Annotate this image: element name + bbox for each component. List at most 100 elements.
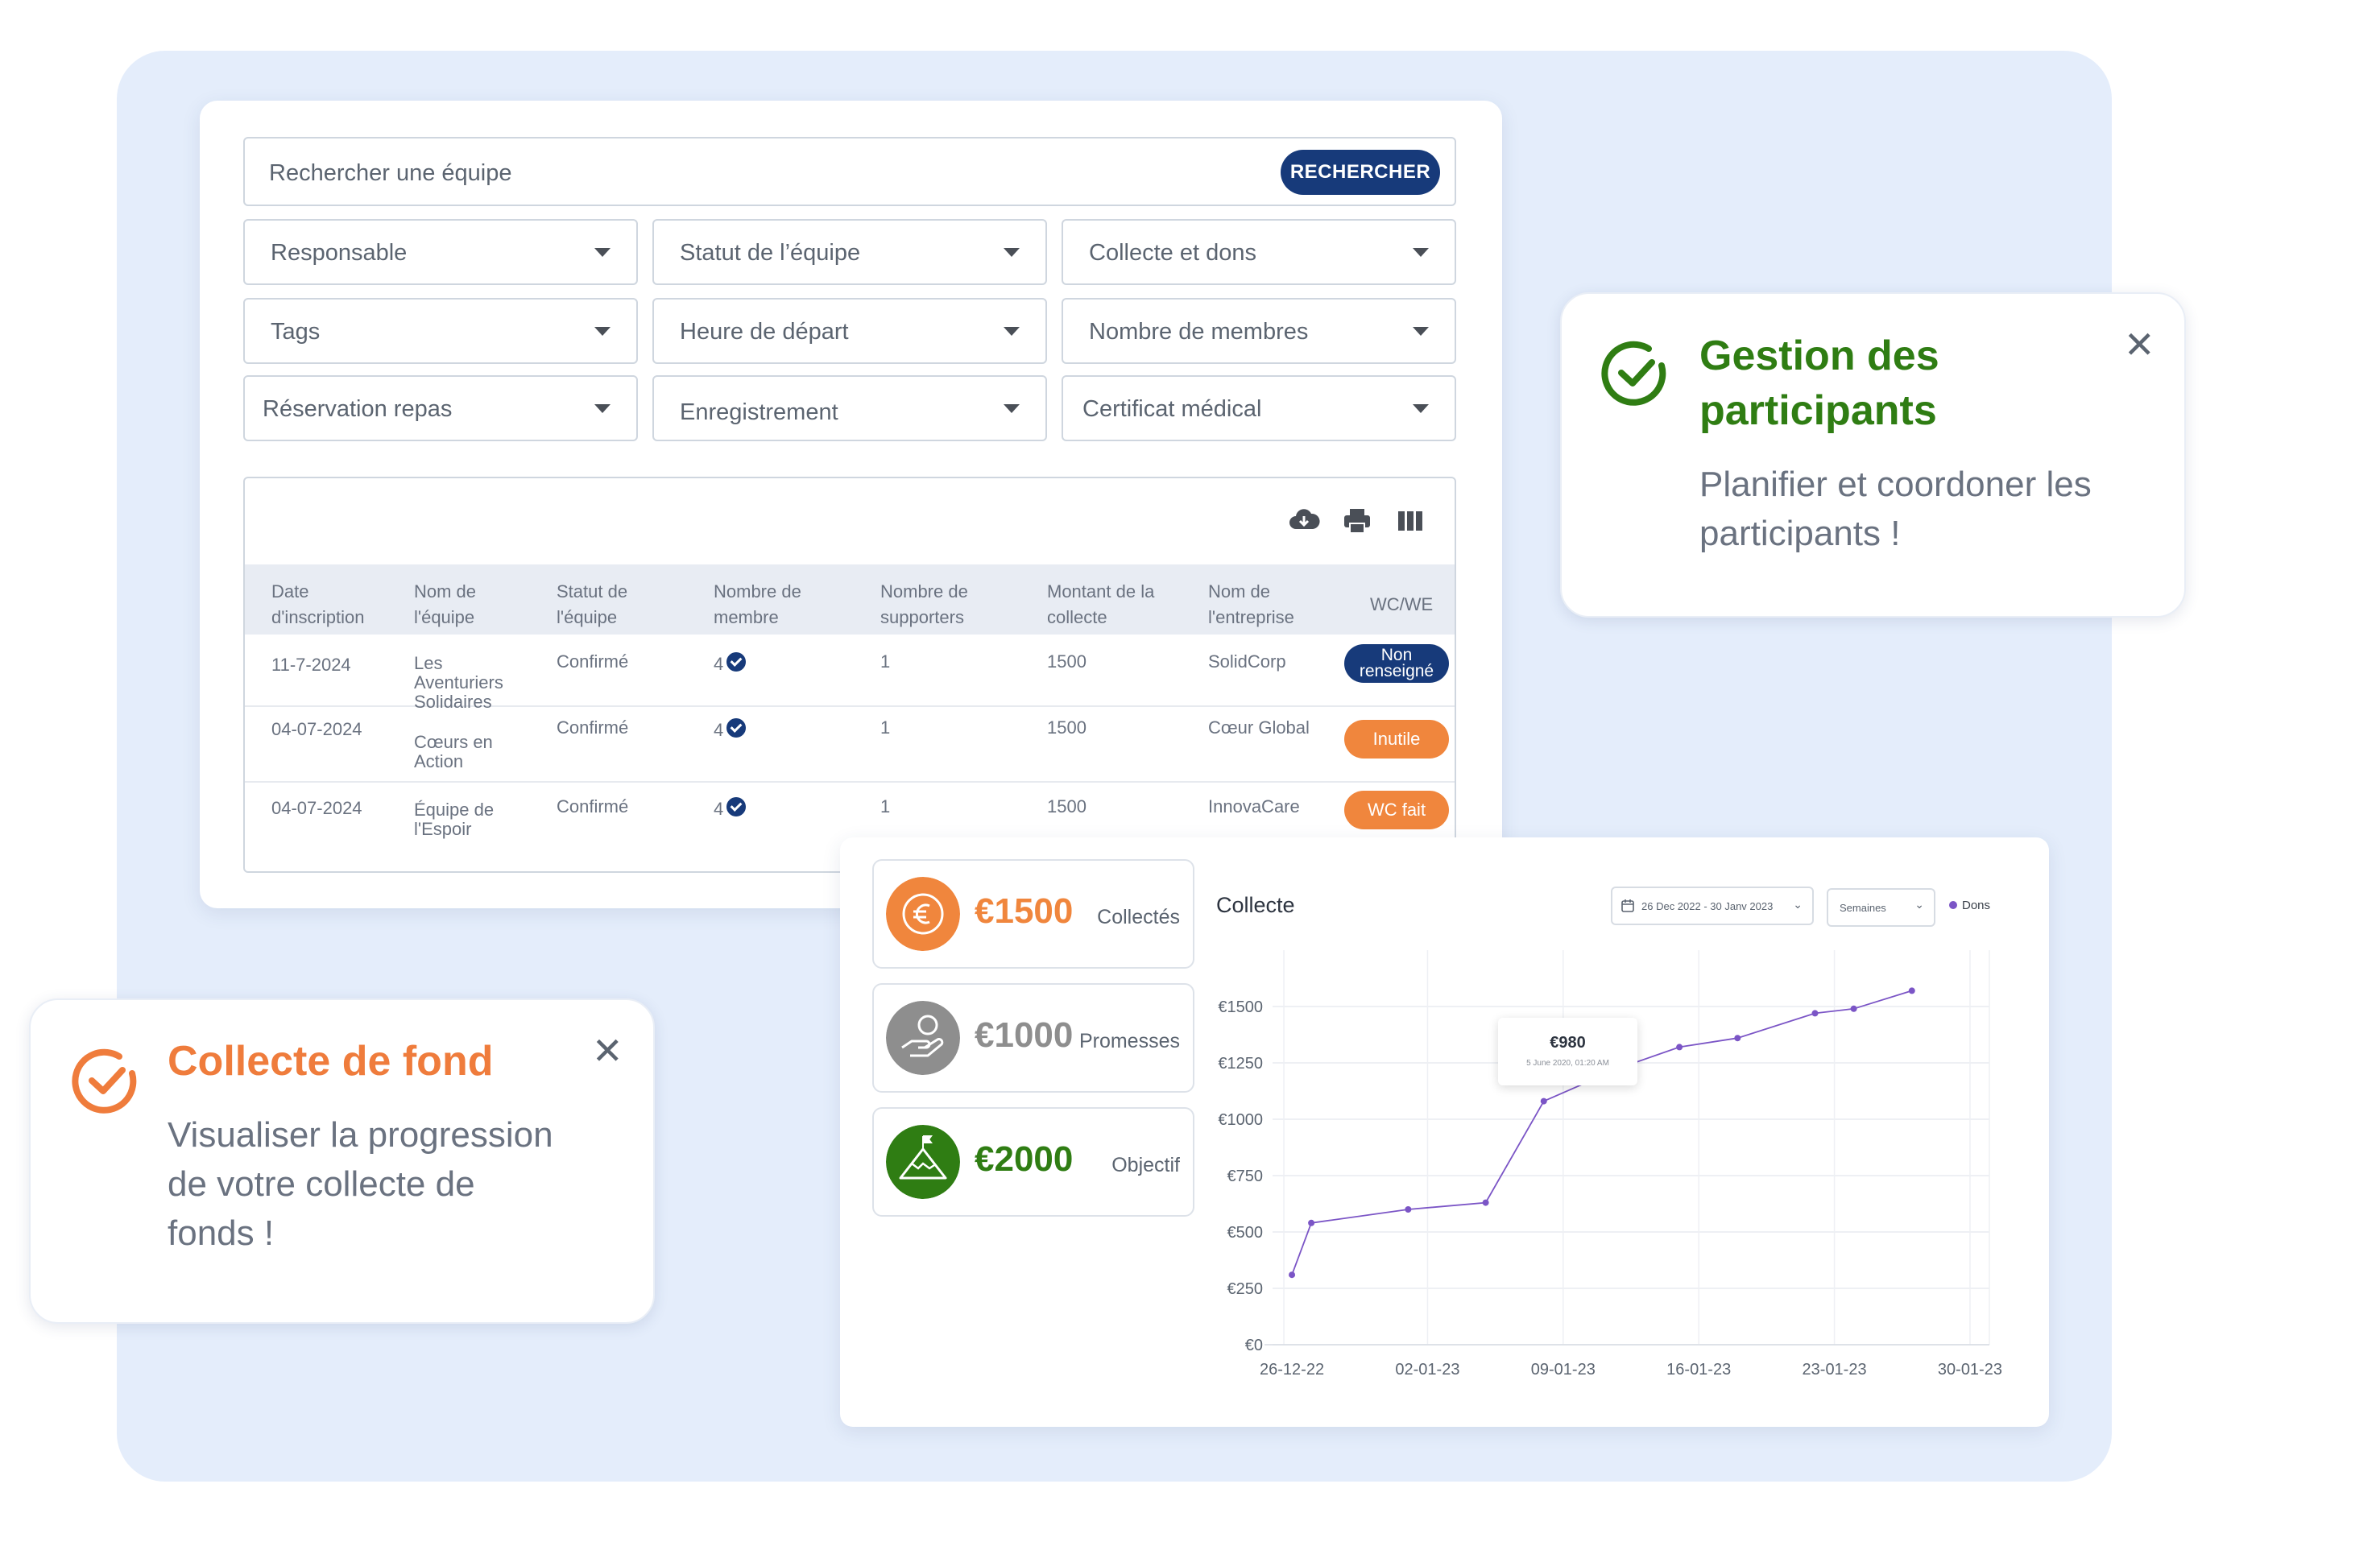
col-montant[interactable]: Montant de la collecte <box>1047 579 1154 630</box>
col-wcwe[interactable]: WC/WE <box>1370 592 1433 618</box>
chart-title: Collecte <box>1216 893 1295 917</box>
filter-label: Certificat médical <box>1082 396 1262 422</box>
filter-label: Heure de départ <box>680 319 849 345</box>
data-point <box>1676 1044 1683 1051</box>
cell-entreprise: Cœur Global <box>1208 717 1310 738</box>
stat-label: Objectif <box>1111 1154 1180 1176</box>
status-badge[interactable]: Inutile <box>1344 720 1449 759</box>
data-point <box>1908 987 1915 994</box>
y-tick-label: €250 <box>1227 1280 1264 1298</box>
legend-dot <box>1949 901 1957 909</box>
hand-coin-icon <box>886 1001 960 1075</box>
status-badge[interactable]: WC fait <box>1344 791 1449 829</box>
cell-date: 04-07-2024 <box>271 798 362 818</box>
search-bar: RECHERCHER <box>243 137 1456 206</box>
stat-amount: €1500 <box>975 891 1074 931</box>
cloud-download-icon[interactable] <box>1288 505 1320 537</box>
check-circle-icon <box>72 1048 137 1114</box>
legend-label: Dons <box>1962 899 1991 912</box>
caret-down-icon <box>1004 248 1020 257</box>
x-tick-label: 02-01-23 <box>1395 1361 1459 1379</box>
cell-montant: 1500 <box>1047 717 1087 738</box>
cell-supporters: 1 <box>880 651 891 672</box>
cell-supporters: 1 <box>880 717 891 738</box>
col-nom-equipe[interactable]: Nom de l'équipe <box>414 579 476 630</box>
stat-label: Collectés <box>1097 906 1180 928</box>
y-tick-label: €1250 <box>1218 1055 1263 1073</box>
popup-title: Collecte de fond <box>168 1038 494 1085</box>
search-input[interactable] <box>267 155 1237 192</box>
stat-collectes: €1500 Collectés <box>872 859 1194 969</box>
data-point <box>1405 1206 1412 1213</box>
x-tick-label: 23-01-23 <box>1803 1361 1867 1379</box>
y-tick-label: €1000 <box>1218 1111 1263 1129</box>
period-label: Semaines <box>1840 902 1886 914</box>
cell-nom-equipe: Cœurs en Action <box>414 732 493 771</box>
col-supporters[interactable]: Nombre de supporters <box>880 579 968 630</box>
data-point <box>1308 1219 1315 1226</box>
filter-nombre-membres[interactable]: Nombre de membres <box>1062 298 1456 364</box>
data-point <box>1540 1097 1547 1105</box>
columns-icon[interactable] <box>1394 505 1426 537</box>
filter-label: Responsable <box>271 240 408 266</box>
caret-down-icon <box>594 404 611 413</box>
cell-membres: 4 <box>714 718 747 740</box>
filter-tags[interactable]: Tags <box>243 298 638 364</box>
filter-heure-depart[interactable]: Heure de départ <box>652 298 1047 364</box>
filter-enregistrement[interactable]: Enregistrement <box>652 375 1047 441</box>
euro-coin-icon <box>886 877 960 951</box>
popup-description: Planifier et coordoner les participants ! <box>1699 465 2092 553</box>
cell-statut: Confirmé <box>557 796 629 816</box>
stat-amount: €2000 <box>975 1139 1074 1179</box>
data-point <box>1289 1271 1296 1279</box>
popup-participants: Gestion des participants Planifier et coo… <box>1560 292 2186 618</box>
cell-membres: 4 <box>714 652 747 674</box>
verified-check-icon <box>726 718 747 738</box>
print-icon[interactable] <box>1341 505 1373 537</box>
table-row[interactable]: 11-7-2024 Les Aventuriers Solidaires Confi… <box>245 635 1455 712</box>
table-row[interactable]: 04-07-2024 Cœurs en Action Confirmé 4 1 1… <box>245 707 1455 783</box>
filter-label: Statut de l’équipe <box>680 240 861 266</box>
caret-down-icon <box>1413 327 1429 336</box>
search-button[interactable]: RECHERCHER <box>1281 150 1440 195</box>
col-membres[interactable]: Nombre de membre <box>714 579 801 630</box>
mountain-flag-icon <box>886 1125 960 1199</box>
filter-label: Collecte et dons <box>1089 240 1256 266</box>
filter-label: Nombre de membres <box>1089 319 1309 345</box>
close-icon[interactable]: ✕ <box>592 1032 623 1069</box>
verified-check-icon <box>726 797 747 816</box>
legend: Dons <box>1949 899 1990 912</box>
cell-entreprise: SolidCorp <box>1208 651 1286 672</box>
y-tick-label: €0 <box>1245 1337 1263 1354</box>
col-entreprise[interactable]: Nom de l'entreprise <box>1208 579 1294 630</box>
caret-down-icon <box>1004 404 1020 413</box>
date-range-select[interactable]: 26 Dec 2022 - 30 Janv 2023 ⌄ <box>1611 887 1814 925</box>
filter-reservation-repas[interactable]: Réservation repas <box>243 375 638 441</box>
cell-nom-equipe: Équipe de l'Espoir <box>414 800 495 839</box>
data-point <box>1734 1035 1741 1042</box>
calendar-icon <box>1621 899 1634 912</box>
chevron-down-icon: ⌄ <box>1914 898 1924 911</box>
col-date[interactable]: Date d'inscription <box>271 579 364 630</box>
caret-down-icon <box>594 327 611 336</box>
cell-montant: 1500 <box>1047 651 1087 672</box>
cell-entreprise: InnovaCare <box>1208 796 1300 816</box>
close-icon[interactable]: ✕ <box>2124 326 2155 363</box>
x-tick-label: 16-01-23 <box>1666 1361 1731 1379</box>
line-chart: €0€250€500€750€1000€1250€1500€200026-12-… <box>1218 950 2002 1379</box>
col-statut[interactable]: Statut de l'équipe <box>557 579 627 630</box>
filter-label: Enregistrement <box>680 399 838 425</box>
filter-responsable[interactable]: Responsable <box>243 219 638 285</box>
caret-down-icon <box>1004 327 1020 336</box>
status-badge[interactable]: Non renseigné <box>1344 644 1449 683</box>
period-select[interactable]: Semaines ⌄ <box>1827 888 1935 927</box>
filter-statut-equipe[interactable]: Statut de l’équipe <box>652 219 1047 285</box>
x-tick-label: 26-12-22 <box>1260 1361 1324 1379</box>
filter-certificat-medical[interactable]: Certificat médical <box>1062 375 1456 441</box>
cell-statut: Confirmé <box>557 651 629 672</box>
cell-date: 04-07-2024 <box>271 719 362 739</box>
filter-collecte-dons[interactable]: Collecte et dons <box>1062 219 1456 285</box>
cell-supporters: 1 <box>880 796 891 816</box>
popup-description: Visualiser la progression de votre collec… <box>168 1115 553 1253</box>
check-circle-icon <box>1601 341 1666 406</box>
